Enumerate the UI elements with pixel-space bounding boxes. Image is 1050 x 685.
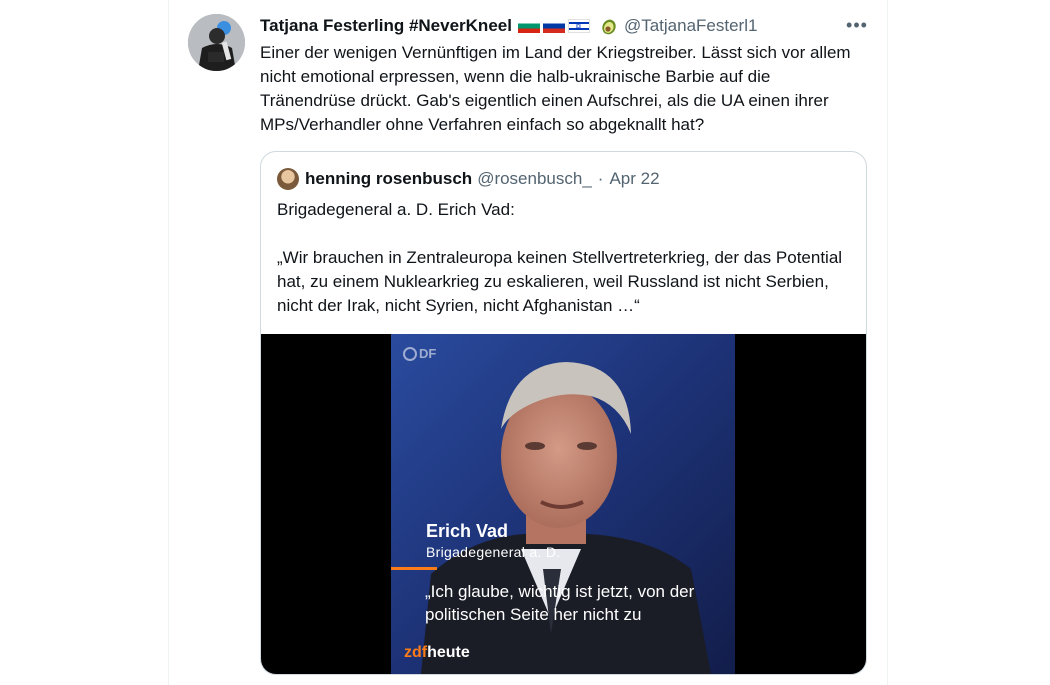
video-player[interactable]: DF Erich Vad Brigadegeneral a. D. „Ich g… <box>261 334 866 674</box>
zdf-circle-icon <box>403 346 417 361</box>
lower-third-title: Brigadegeneral a. D. <box>426 544 561 560</box>
quoted-author-handle[interactable]: @rosenbusch_ <box>477 169 592 189</box>
flag-israel-icon: ✡ <box>567 19 590 33</box>
flag-bulgaria-icon <box>517 19 540 33</box>
flag-russia-icon <box>542 19 565 33</box>
quoted-author-avatar[interactable] <box>277 168 299 190</box>
video-frame: DF Erich Vad Brigadegeneral a. D. „Ich g… <box>391 334 735 674</box>
video-subtitle: „Ich glaube, wichtig ist jetzt, von der … <box>425 582 695 624</box>
brand-suffix: heute <box>427 644 470 661</box>
author-handle[interactable]: @TatjanaFesterl1 <box>624 16 758 36</box>
lower-third-name: Erich Vad <box>426 521 509 541</box>
author-name[interactable]: Tatjana Festerling #NeverKneel <box>260 16 512 36</box>
quoted-tweet-header: henning rosenbusch @rosenbusch_ · Apr 22 <box>277 168 660 190</box>
separator-dot: · <box>597 169 604 188</box>
tweet-header: Tatjana Festerling #NeverKneel ✡ @Tatjan… <box>260 15 757 37</box>
zdf-watermark: DF <box>403 346 436 361</box>
quoted-author-name[interactable]: henning rosenbusch <box>305 169 472 189</box>
quoted-tweet-date[interactable]: Apr 22 <box>609 169 659 189</box>
name-emojis: ✡ <box>517 17 617 35</box>
zdfheute-logo: zdfheute <box>404 644 470 662</box>
author-avatar[interactable] <box>188 14 245 71</box>
quoted-tweet[interactable]: henning rosenbusch @rosenbusch_ · Apr 22… <box>260 151 867 675</box>
zdf-watermark-text: DF <box>419 346 437 361</box>
quoted-tweet-text: Brigadegeneral a. D. Erich Vad: „Wir bra… <box>277 200 843 315</box>
tweet-text: Einer der wenigen Vernünftigen im Land d… <box>260 43 851 134</box>
lower-third-accent-line <box>391 567 437 570</box>
more-options-icon[interactable]: ••• <box>846 14 868 36</box>
avocado-icon <box>601 17 617 35</box>
brand-prefix: zdf <box>404 644 428 661</box>
